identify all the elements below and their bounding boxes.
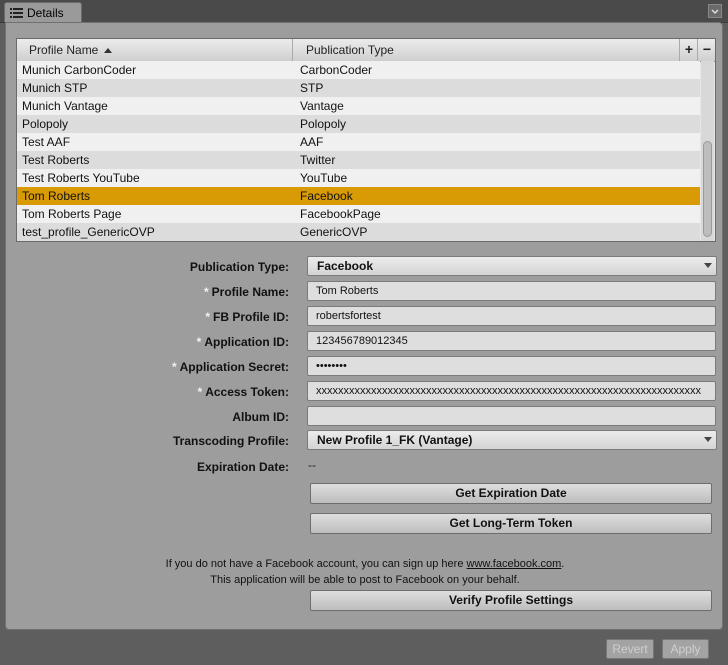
table-row[interactable]: Test Roberts YouTube YouTube bbox=[17, 169, 700, 187]
remove-profile-button[interactable]: − bbox=[697, 39, 715, 61]
application-secret-input[interactable] bbox=[307, 356, 716, 376]
panel-menu-icon[interactable] bbox=[708, 4, 722, 18]
access-token-input[interactable] bbox=[307, 381, 716, 401]
details-panel: Profile Name Publication Type + − Munich… bbox=[5, 22, 723, 630]
application-id-input[interactable] bbox=[307, 331, 716, 351]
profile-name-input[interactable] bbox=[307, 281, 716, 301]
table-row[interactable]: Tom Roberts Page FacebookPage bbox=[17, 205, 700, 223]
expiration-date-value: -- bbox=[308, 458, 316, 472]
apply-button[interactable]: Apply bbox=[662, 639, 709, 659]
column-header-publication-type[interactable]: Publication Type bbox=[294, 39, 679, 61]
table-row[interactable]: Munich STP STP bbox=[17, 79, 700, 97]
publication-type-label: Publication Type: bbox=[189, 260, 289, 274]
table-row[interactable]: Munich Vantage Vantage bbox=[17, 97, 700, 115]
album-id-input[interactable] bbox=[307, 406, 716, 426]
table-row[interactable]: Polopoly Polopoly bbox=[17, 115, 700, 133]
table-row[interactable]: Test AAF AAF bbox=[17, 133, 700, 151]
application-secret-label: * Application Secret: bbox=[171, 360, 289, 374]
fb-profile-id-label: * FB Profile ID: bbox=[205, 310, 289, 324]
publication-type-select[interactable]: Facebook bbox=[307, 256, 717, 276]
profile-table: Profile Name Publication Type + − Munich… bbox=[16, 38, 716, 242]
verify-profile-settings-button[interactable]: Verify Profile Settings bbox=[310, 590, 712, 611]
album-id-label: Album ID: bbox=[232, 410, 289, 424]
add-profile-button[interactable]: + bbox=[679, 39, 698, 61]
tab-details[interactable]: Details bbox=[4, 2, 82, 22]
sort-ascending-icon bbox=[104, 48, 113, 54]
fb-profile-id-input[interactable] bbox=[307, 306, 716, 326]
get-expiration-date-button[interactable]: Get Expiration Date bbox=[310, 483, 712, 504]
transcoding-profile-select[interactable]: New Profile 1_FK (Vantage) bbox=[307, 430, 717, 450]
table-scrollbar[interactable] bbox=[701, 61, 714, 241]
list-icon bbox=[10, 7, 23, 18]
table-row[interactable]: Test Roberts Twitter bbox=[17, 151, 700, 169]
post-permission-info: This application will be able to post to… bbox=[210, 574, 520, 586]
table-row[interactable]: test_profile_GenericOVP GenericOVP bbox=[17, 223, 700, 241]
signup-info: If you do not have a Facebook account, y… bbox=[165, 558, 565, 570]
get-long-term-token-button[interactable]: Get Long-Term Token bbox=[310, 513, 712, 534]
expiration-date-label: Expiration Date: bbox=[196, 460, 289, 474]
facebook-link[interactable]: www.facebook.com bbox=[467, 558, 562, 570]
transcoding-profile-label: Transcoding Profile: bbox=[172, 434, 289, 448]
table-row[interactable]: Tom Roberts Facebook bbox=[17, 187, 700, 205]
chevron-down-icon bbox=[704, 437, 712, 442]
tab-bar: Details bbox=[0, 0, 728, 23]
column-header-profile-name[interactable]: Profile Name bbox=[17, 39, 293, 61]
table-row[interactable]: Munich CarbonCoder CarbonCoder bbox=[17, 61, 700, 79]
scrollbar-thumb[interactable] bbox=[703, 141, 712, 237]
access-token-label: * Access Token: bbox=[197, 385, 289, 399]
chevron-down-icon bbox=[704, 263, 712, 268]
table-body: Munich CarbonCoder CarbonCoder Munich STP… bbox=[17, 61, 700, 241]
application-id-label: * Application ID: bbox=[196, 335, 289, 349]
revert-button[interactable]: Revert bbox=[606, 639, 654, 659]
table-header: Profile Name Publication Type + − bbox=[17, 39, 715, 62]
profile-name-label: * Profile Name: bbox=[203, 285, 289, 299]
tab-label: Details bbox=[27, 5, 64, 20]
